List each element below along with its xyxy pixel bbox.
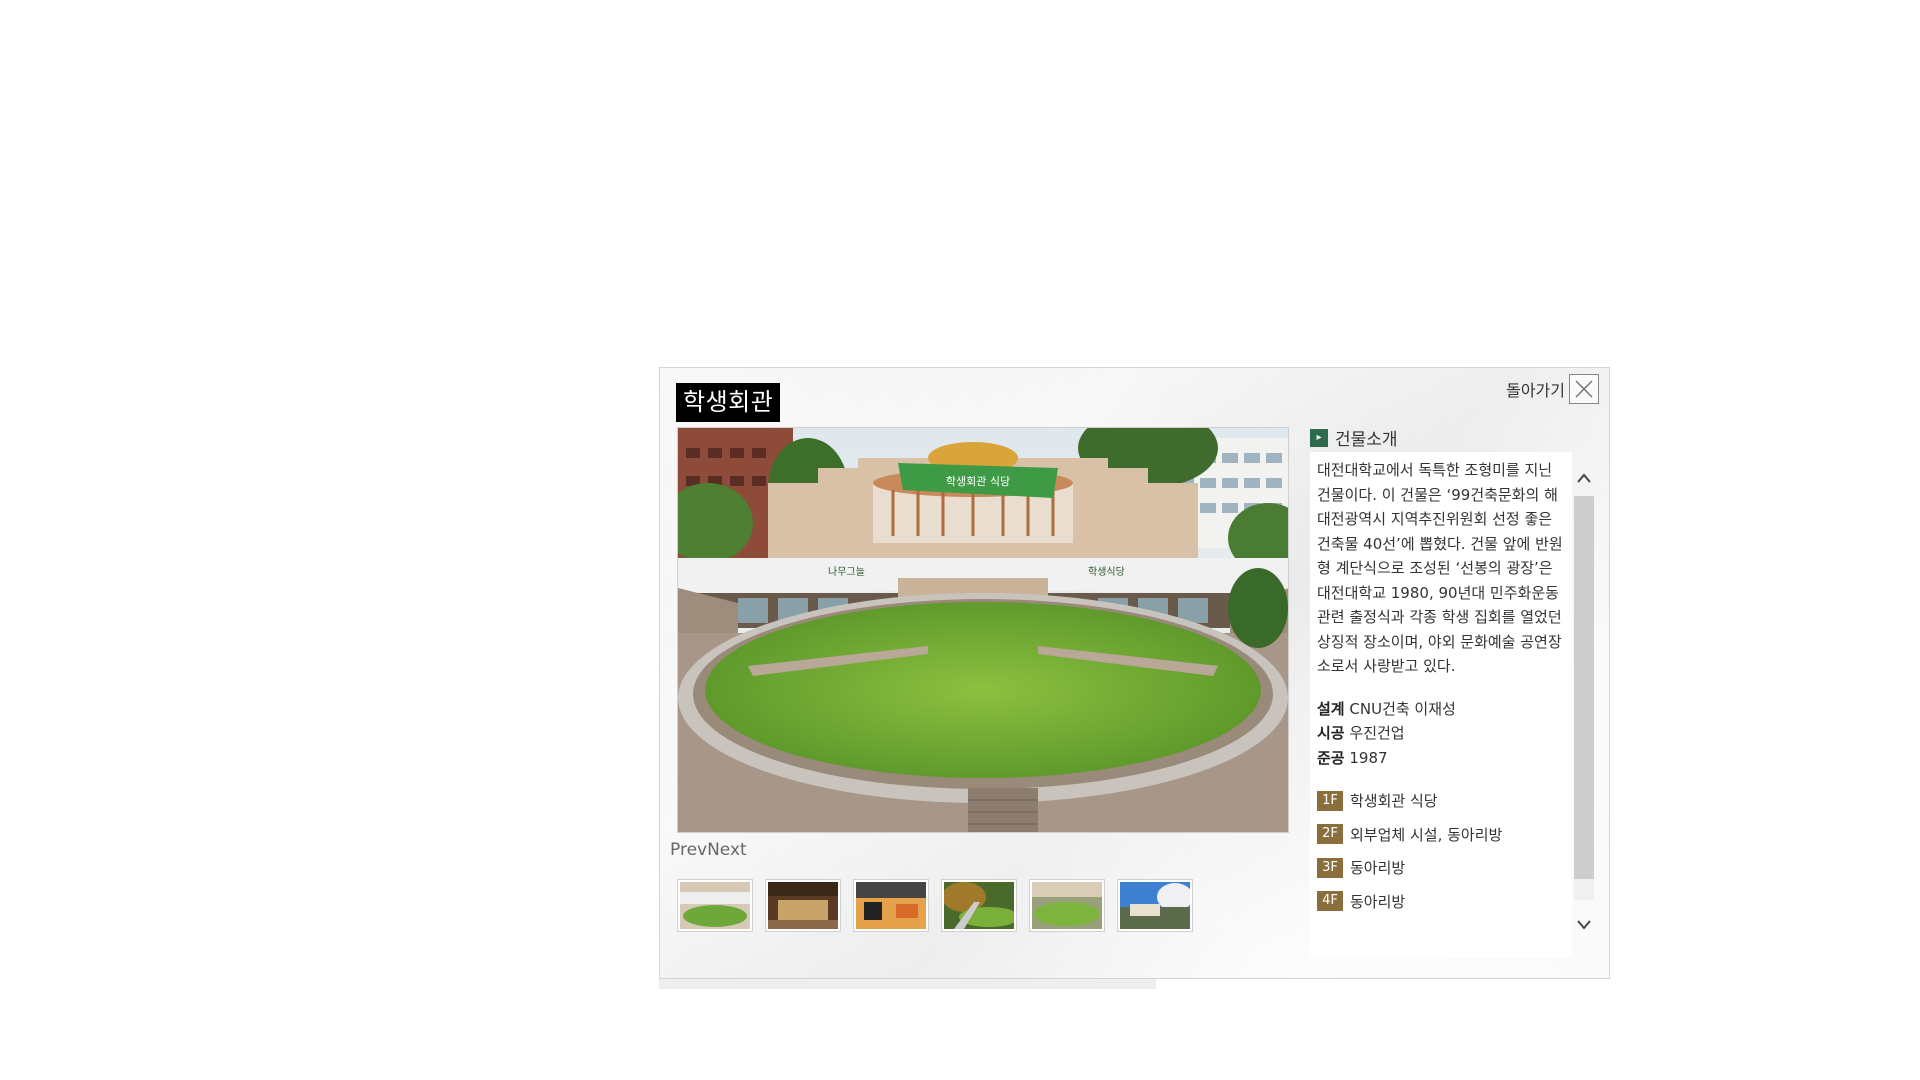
meta-construction-label: 시공 [1317,724,1345,742]
floor-item: 4F 동아리방 [1317,885,1567,919]
popup-title: 학생회관 [676,383,781,422]
chevron-up-icon[interactable] [1573,467,1595,489]
floor-text: 외부업체 시설, 동아리방 [1350,825,1503,844]
photo-left-sign: 나무그늘 [828,566,865,578]
floor-badge: 3F [1317,857,1343,878]
photo-right-sign: 학생식당 [1088,566,1125,578]
floor-badge: 4F [1317,891,1343,912]
prev-button[interactable]: Prev [670,840,707,860]
building-meta: 설계 CNU건축 이재성 시공 우진건업 준공 1987 [1317,697,1567,771]
back-label: 돌아가기 [1506,381,1565,400]
main-building-photo: 학생회관 식당 나무그늘 학생식당 [677,427,1289,833]
thumbnail[interactable] [765,879,841,932]
floor-text: 동아리방 [1350,859,1406,878]
floor-badge: 1F [1317,790,1343,811]
meta-completion-label: 준공 [1317,748,1345,767]
thumbnail[interactable] [677,879,753,932]
meta-design-label: 설계 [1317,699,1345,718]
info-panel[interactable]: 대전대학교에서 독특한 조형미를 지닌 건물이다. 이 건물은 ‘99건축문화의… [1310,452,1572,958]
floor-badge: 2F [1317,824,1343,845]
thumbnail[interactable] [941,879,1017,932]
floor-list: 1F 학생회관 식당 2F 외부업체 시설, 동아리방 3F 동아리방 4F 동… [1317,784,1567,918]
section-header: ▸ 건물소개 [1310,425,1398,450]
popup-shadow [659,979,1156,989]
next-button[interactable]: Next [707,840,747,860]
floor-item: 3F 동아리방 [1317,851,1567,885]
thumbnail[interactable] [1029,879,1105,932]
gallery-nav: PrevNext [670,840,747,860]
photo-banner-text: 학생회관 식당 [946,475,1010,488]
scrollbar-track[interactable] [1574,496,1594,900]
meta-completion-value: 1987 [1349,748,1388,767]
scrollbar-thumb[interactable] [1574,496,1594,879]
floor-text: 학생회관 식당 [1350,792,1438,811]
floor-text: 동아리방 [1350,892,1406,911]
floor-item: 2F 외부업체 시설, 동아리방 [1317,818,1567,852]
back-button[interactable]: 돌아가기 [1506,374,1599,404]
meta-construction-value: 우진건업 [1349,724,1405,742]
section-title: 건물소개 [1335,430,1398,450]
meta-design-value: CNU건축 이재성 [1349,699,1456,718]
building-description: 대전대학교에서 독특한 조형미를 지닌 건물이다. 이 건물은 ‘99건축문화의… [1317,461,1563,675]
building-popup: 학생회관 돌아가기 학생회관 식당 나무그늘 학생식당 PrevNext ▸ 건… [659,367,1610,979]
thumbnail[interactable] [853,879,929,932]
arrow-bullet-icon: ▸ [1310,428,1328,447]
meta-completion-row: 준공 1987 [1317,746,1567,771]
thumbnail-strip [677,879,1193,932]
meta-design-row: 설계 CNU건축 이재성 [1317,697,1567,722]
chevron-down-icon[interactable] [1573,913,1595,935]
floor-item: 1F 학생회관 식당 [1317,784,1567,818]
meta-construction-row: 시공 우진건업 [1317,721,1567,746]
close-icon[interactable] [1569,374,1599,404]
thumbnail[interactable] [1117,879,1193,932]
